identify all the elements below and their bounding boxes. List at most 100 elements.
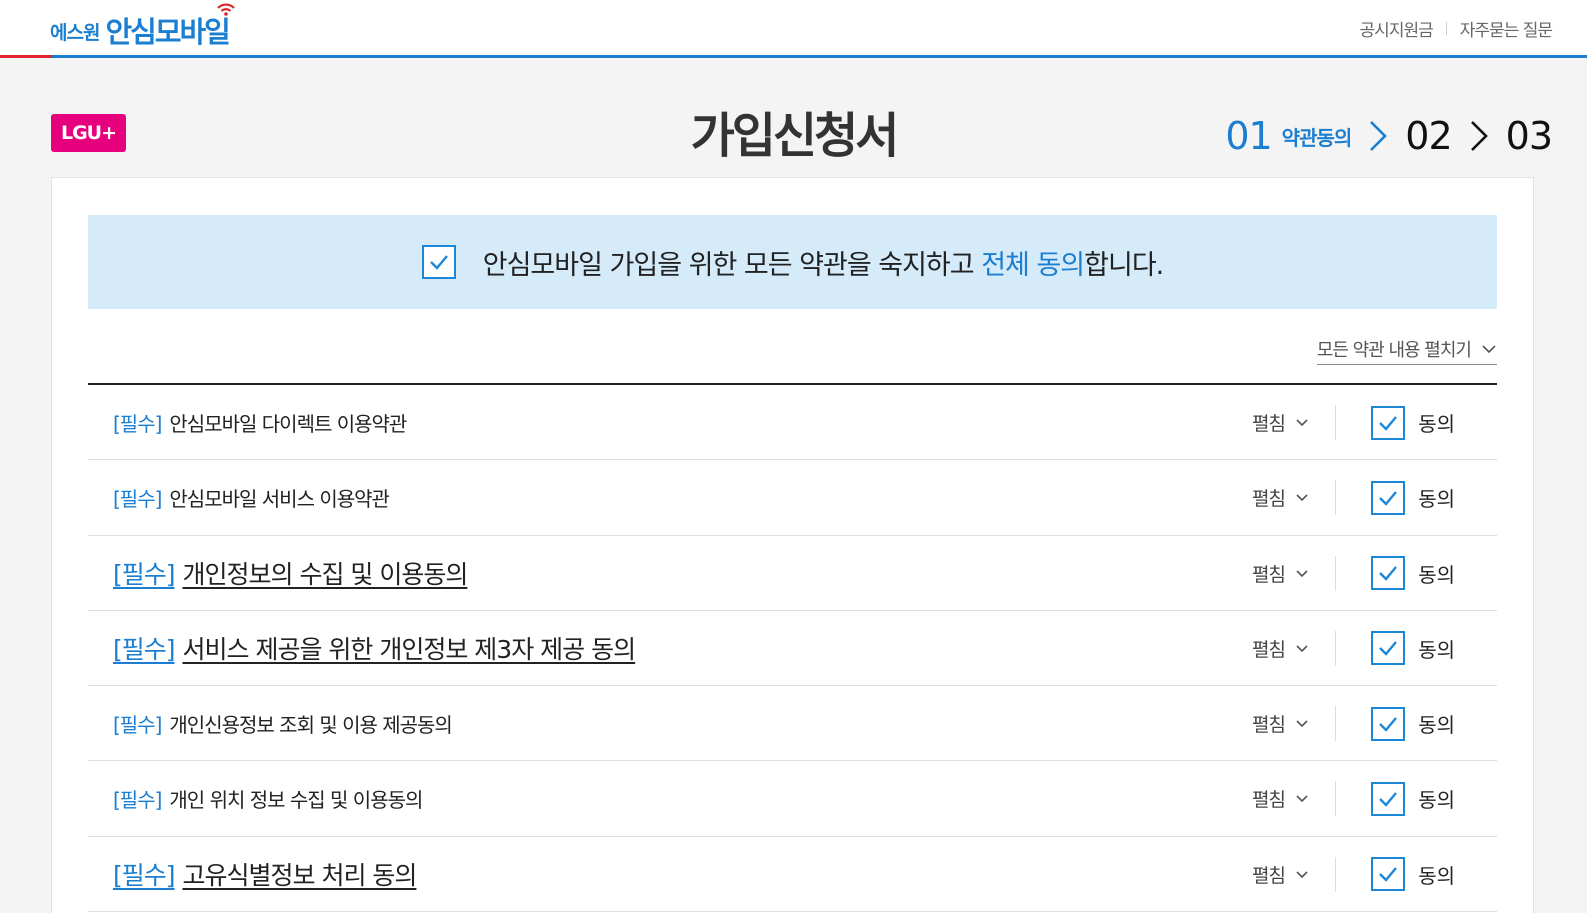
agree-all-checkbox[interactable] <box>421 245 456 279</box>
link-faq[interactable]: 자주묻는 질문 <box>1460 16 1553 41</box>
expand-toggle[interactable]: 펼침 <box>1252 611 1309 686</box>
agree-all-highlight: 전체 동의 <box>981 249 1085 281</box>
chevron-down-icon <box>1482 345 1496 354</box>
expand-toggle[interactable]: 펼침 <box>1252 686 1309 761</box>
header-line-red <box>0 55 52 58</box>
chevron-down-icon <box>1296 720 1308 728</box>
agree-label: 동의 <box>1418 562 1455 587</box>
step-1-label: 약관동의 <box>1281 125 1353 150</box>
term-title-link[interactable]: [필수] 안심모바일 다이렉트 이용약관 <box>113 385 407 460</box>
agree-label: 동의 <box>1418 713 1455 738</box>
terms-list: [필수] 안심모바일 다이렉트 이용약관 펼침 동의 [필수] 안심모바일 서비스 이용약… <box>88 383 1497 913</box>
agree-checkbox[interactable] <box>1371 405 1406 440</box>
agree-checkbox[interactable] <box>1371 781 1406 816</box>
agree-label: 동의 <box>1418 788 1455 813</box>
divider <box>1335 706 1336 742</box>
checkmark-icon <box>1379 792 1398 807</box>
term-title-link[interactable]: [필수] 개인 위치 정보 수집 및 이용동의 <box>113 761 423 836</box>
agree-checkbox[interactable] <box>1371 480 1406 515</box>
expand-toggle[interactable]: 펼침 <box>1252 536 1309 611</box>
agree-label: 동의 <box>1418 637 1455 662</box>
required-tag: [필수] <box>113 487 162 512</box>
agree-checkbox[interactable] <box>1371 706 1406 741</box>
term-title: 개인 위치 정보 수집 및 이용동의 <box>169 788 423 813</box>
step-3-number: 03 <box>1505 114 1553 158</box>
term-row: [필수] 안심모바일 서비스 이용약관 펼침 동의 <box>88 460 1497 536</box>
expand-toggle-label: 펼침 <box>1252 413 1286 435</box>
term-title: 고유식별정보 처리 동의 <box>182 861 418 891</box>
expand-toggle-label: 펼침 <box>1252 864 1286 887</box>
agree-label: 동의 <box>1418 412 1455 436</box>
agree-label: 동의 <box>1418 487 1455 512</box>
agree-checkbox-group[interactable]: 동의 <box>1371 385 1455 460</box>
agree-checkbox-group[interactable]: 동의 <box>1371 611 1455 686</box>
expand-toggle-label: 펼침 <box>1252 638 1286 661</box>
required-tag: [필수] <box>113 560 176 590</box>
expand-all-label: 모든 약관 내용 펼치기 <box>1316 340 1472 361</box>
term-row: [필수] 안심모바일 다이렉트 이용약관 펼침 동의 <box>88 385 1497 461</box>
term-row: [필수] 고유식별정보 처리 동의 펼침 동의 <box>88 837 1497 913</box>
agree-checkbox-group[interactable]: 동의 <box>1371 837 1455 912</box>
expand-toggle[interactable]: 펼침 <box>1252 761 1309 836</box>
expand-toggle-label: 펼침 <box>1252 714 1286 737</box>
checkmark-icon <box>1379 491 1398 506</box>
term-row: [필수] 개인신용정보 조회 및 이용 제공동의 펼침 동의 <box>88 686 1497 762</box>
agree-checkbox[interactable] <box>1371 857 1406 892</box>
required-tag: [필수] <box>113 713 162 738</box>
agree-checkbox[interactable] <box>1371 631 1406 666</box>
step-1-number: 01 <box>1225 114 1272 158</box>
expand-toggle[interactable]: 펼침 <box>1252 837 1309 912</box>
agree-checkbox[interactable] <box>1371 556 1406 591</box>
chevron-down-icon <box>1296 419 1308 427</box>
term-row: [필수] 개인 위치 정보 수집 및 이용동의 펼침 동의 <box>88 761 1497 837</box>
required-tag: [필수] <box>113 635 176 665</box>
agree-checkbox-group[interactable]: 동의 <box>1371 460 1455 535</box>
step-2-number: 02 <box>1405 114 1452 158</box>
required-tag: [필수] <box>113 788 162 813</box>
term-title-link[interactable]: [필수] 개인정보의 수집 및 이용동의 <box>113 536 469 611</box>
header-line-blue <box>52 55 1587 58</box>
divider <box>1335 630 1336 666</box>
expand-toggle-label: 펼침 <box>1252 789 1286 812</box>
term-title: 안심모바일 서비스 이용약관 <box>169 487 390 512</box>
term-title-link[interactable]: [필수] 안심모바일 서비스 이용약관 <box>113 460 390 535</box>
agree-checkbox-group[interactable]: 동의 <box>1371 761 1455 836</box>
terms-panel: 안심모바일 가입을 위한 모든 약관을 숙지하고 전체 동의합니다. 모든 약관… <box>51 177 1534 913</box>
checkmark-icon <box>1379 641 1398 657</box>
checkmark-icon <box>1379 566 1398 581</box>
chevron-right-icon <box>1370 121 1388 151</box>
expand-all-link[interactable]: 모든 약관 내용 펼치기 <box>1316 336 1497 365</box>
chevron-down-icon <box>1296 871 1308 878</box>
header-links: 공시지원금 자주묻는 질문 <box>1360 16 1553 41</box>
divider <box>1335 781 1336 817</box>
term-title-link[interactable]: [필수] 개인신용정보 조회 및 이용 제공동의 <box>113 686 453 761</box>
agree-checkbox-group[interactable]: 동의 <box>1371 686 1455 761</box>
expand-toggle-label: 펼침 <box>1252 488 1286 511</box>
agree-all-label: 안심모바일 가입을 위한 모든 약관을 숙지하고 전체 동의합니다. <box>482 243 1165 282</box>
divider <box>1335 555 1336 591</box>
site-logo[interactable]: 에스원 안심모바일 <box>50 3 235 50</box>
divider <box>1335 856 1336 892</box>
step-indicator: 01 약관동의 02 03 <box>1225 112 1553 160</box>
expand-toggle[interactable]: 펼침 <box>1252 385 1309 460</box>
term-title: 서비스 제공을 위한 개인정보 제3자 제공 동의 <box>182 635 637 665</box>
term-title: 개인신용정보 조회 및 이용 제공동의 <box>169 713 452 738</box>
checkmark-icon <box>1379 415 1398 431</box>
term-title-link[interactable]: [필수] 고유식별정보 처리 동의 <box>113 837 418 912</box>
term-title-link[interactable]: [필수] 서비스 제공을 위한 개인정보 제3자 제공 동의 <box>113 611 637 686</box>
wifi-icon <box>217 3 235 16</box>
term-row: [필수] 서비스 제공을 위한 개인정보 제3자 제공 동의 펼침 동의 <box>88 611 1497 687</box>
expand-toggle[interactable]: 펼침 <box>1252 460 1309 535</box>
term-title: 개인정보의 수집 및 이용동의 <box>182 560 469 590</box>
agree-checkbox-group[interactable]: 동의 <box>1371 536 1455 611</box>
chevron-down-icon <box>1296 570 1308 577</box>
agree-all-box[interactable]: 안심모바일 가입을 위한 모든 약관을 숙지하고 전체 동의합니다. <box>88 215 1497 309</box>
checkmark-icon <box>1379 867 1398 883</box>
chevron-down-icon <box>1296 645 1308 653</box>
link-subsidy[interactable]: 공시지원금 <box>1360 16 1434 41</box>
logo-brand: 안심모바일 <box>105 15 230 49</box>
agree-all-text: 안심모바일 가입을 위한 모든 약관을 숙지하고 <box>482 249 982 281</box>
divider <box>1335 405 1336 440</box>
top-header: 에스원 안심모바일 공시지원금 자주묻는 질문 <box>0 0 1587 58</box>
link-divider <box>1445 22 1447 35</box>
